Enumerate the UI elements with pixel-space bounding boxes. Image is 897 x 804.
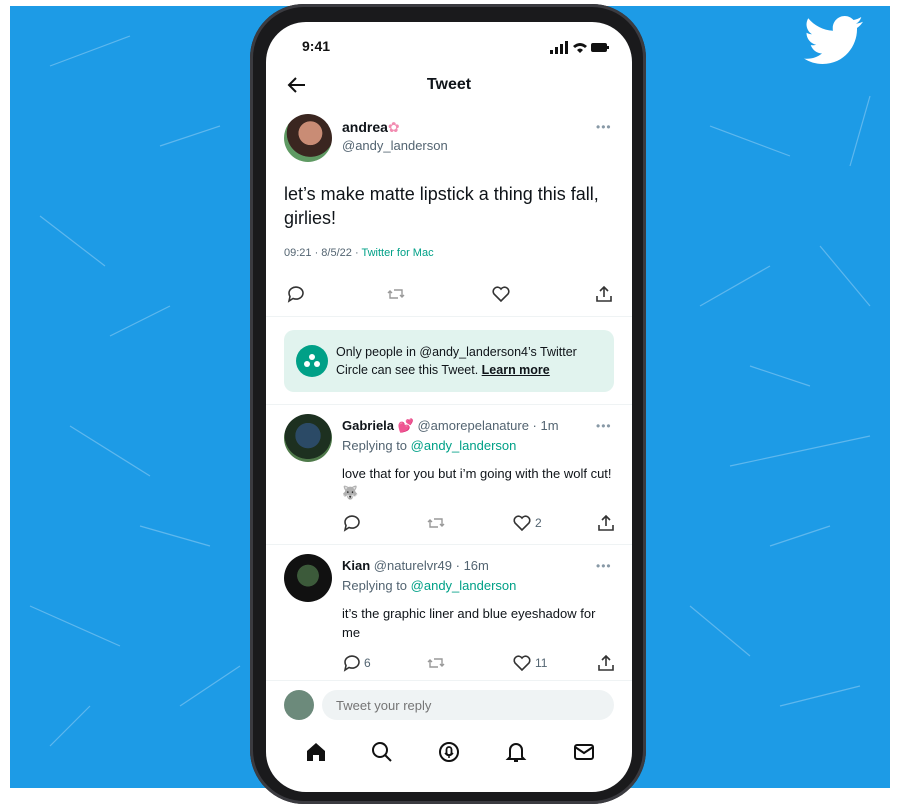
twitter-circle-notice: Only people in @andy_landerson4’s Twitte… bbox=[284, 330, 614, 392]
divider bbox=[266, 404, 632, 405]
reply-actions: 6 11 bbox=[266, 653, 632, 675]
status-time: 9:41 bbox=[302, 38, 331, 54]
author-handle[interactable]: @andy_landerson bbox=[342, 138, 448, 153]
replying-handle[interactable]: @andy_landerson bbox=[411, 438, 517, 453]
flower-emoji-icon: ✿ bbox=[387, 119, 400, 135]
reply-header: Gabriela 💕 @amorepelanature · 1m bbox=[342, 418, 559, 434]
reply-text: it’s the graphic liner and blue eyeshado… bbox=[342, 606, 596, 640]
like-icon[interactable] bbox=[512, 653, 532, 673]
reply-actions: 2 bbox=[266, 513, 632, 535]
divider bbox=[266, 680, 632, 681]
replying-prefix: Replying to bbox=[342, 578, 411, 593]
retweet-icon[interactable] bbox=[426, 513, 446, 533]
my-avatar[interactable] bbox=[284, 690, 314, 720]
twitter-circle-icon bbox=[296, 345, 328, 377]
status-bar: 9:41 bbox=[266, 38, 632, 58]
bottom-nav bbox=[266, 728, 632, 788]
author-name-row: andrea✿ bbox=[342, 119, 400, 136]
tweet-text: let’s make matte lipstick a thing this f… bbox=[284, 184, 599, 228]
like-icon[interactable] bbox=[512, 513, 532, 533]
replying-handle[interactable]: @andy_landerson bbox=[411, 578, 517, 593]
share-icon[interactable] bbox=[596, 653, 616, 673]
circle-notice-text: Only people in @andy_landerson4’s Twitte… bbox=[336, 343, 606, 379]
learn-more-link[interactable]: Learn more bbox=[482, 363, 550, 377]
like-count: 2 bbox=[535, 516, 542, 530]
more-options-icon[interactable]: ••• bbox=[596, 120, 612, 134]
reply-author-name[interactable]: Kian bbox=[342, 558, 370, 573]
divider bbox=[266, 544, 632, 545]
more-options-icon[interactable]: ••• bbox=[596, 559, 612, 573]
like-count: 11 bbox=[535, 656, 548, 670]
reply-icon[interactable] bbox=[286, 284, 306, 304]
circle-people-glyph bbox=[304, 354, 320, 367]
home-icon[interactable] bbox=[304, 740, 328, 764]
reply-header: Kian @naturelvr49 · 16m bbox=[342, 558, 489, 573]
replying-to: Replying to @andy_landerson bbox=[342, 438, 516, 453]
reply-text: love that for you but i’m going with the… bbox=[342, 466, 612, 500]
replying-to: Replying to @andy_landerson bbox=[342, 578, 516, 593]
reply-author-name[interactable]: Gabriela bbox=[342, 418, 394, 433]
reply-icon[interactable] bbox=[342, 653, 362, 673]
page-title: Tweet bbox=[426, 76, 472, 93]
reply-handle-time[interactable]: @amorepelanature · 1m bbox=[414, 418, 558, 433]
notifications-icon[interactable] bbox=[504, 740, 528, 764]
reply-handle-time[interactable]: @naturelvr49 · 16m bbox=[370, 558, 489, 573]
avatar-andrea[interactable] bbox=[284, 114, 332, 162]
author-name[interactable]: andrea bbox=[342, 119, 388, 135]
reply-icon[interactable] bbox=[342, 513, 362, 533]
retweet-icon[interactable] bbox=[386, 284, 406, 304]
twitter-bird-icon bbox=[804, 16, 863, 64]
reply-count: 6 bbox=[364, 656, 371, 670]
more-options-icon[interactable]: ••• bbox=[596, 419, 612, 433]
avatar-kian[interactable] bbox=[284, 554, 332, 602]
avatar-gabriela[interactable] bbox=[284, 414, 332, 462]
tweet-meta: 09:21 · 8/5/22 · Twitter for Mac bbox=[284, 247, 434, 259]
share-icon[interactable] bbox=[596, 513, 616, 533]
messages-icon[interactable] bbox=[572, 740, 596, 764]
tweet-actions bbox=[266, 284, 632, 306]
tweet-timestamp: 09:21 · 8/5/22 · bbox=[284, 247, 362, 259]
reply-author-emoji: 💕 bbox=[397, 418, 414, 433]
phone-screen: 9:41 Tweet andrea✿ @andy_landerson ••• l… bbox=[266, 22, 632, 792]
status-icons bbox=[550, 41, 609, 54]
reply-compose-input[interactable] bbox=[322, 690, 614, 720]
tweet-source[interactable]: Twitter for Mac bbox=[361, 247, 433, 259]
divider bbox=[266, 316, 632, 317]
search-icon[interactable] bbox=[370, 740, 394, 764]
like-icon[interactable] bbox=[491, 284, 511, 304]
share-icon[interactable] bbox=[594, 284, 614, 304]
spaces-icon[interactable] bbox=[437, 740, 461, 764]
replying-prefix: Replying to bbox=[342, 438, 411, 453]
retweet-icon[interactable] bbox=[426, 653, 446, 673]
tweet-header: Tweet bbox=[266, 72, 632, 102]
